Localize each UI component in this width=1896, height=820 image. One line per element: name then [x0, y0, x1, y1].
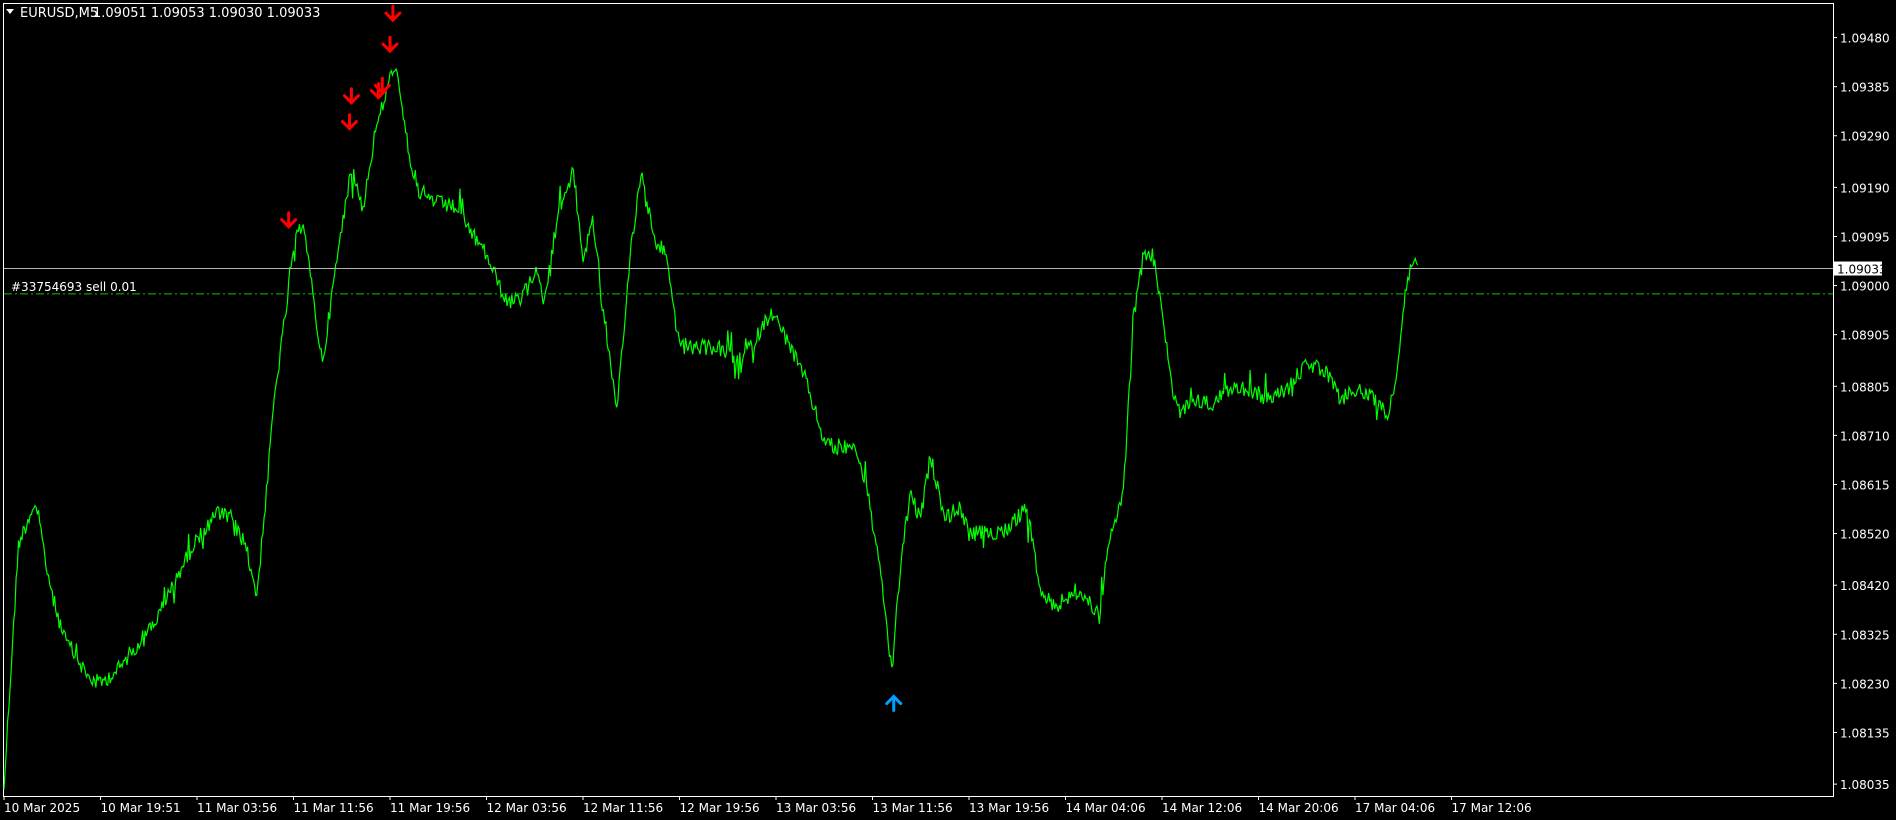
ohlc-values: 1.09051 1.09053 1.09030 1.09033: [93, 6, 320, 21]
x-tick-label: 17 Mar 04:06: [1355, 801, 1435, 815]
x-tick-label: 11 Mar 03:56: [197, 801, 277, 815]
y-tick-label: 1.08420: [1840, 579, 1890, 593]
chart-canvas[interactable]: EURUSD,M5 1.09051 1.09053 1.09030 1.0903…: [0, 0, 1896, 820]
y-tick-label: 1.08615: [1840, 478, 1890, 492]
y-tick-label: 1.08035: [1840, 778, 1890, 792]
x-tick-label: 14 Mar 20:06: [1259, 801, 1339, 815]
x-tick-label: 12 Mar 11:56: [583, 801, 663, 815]
current-price-label: 1.09033: [1837, 263, 1887, 277]
x-tick-label: 11 Mar 19:56: [390, 801, 470, 815]
y-tick-label: 1.08805: [1840, 380, 1890, 394]
y-tick-label: 1.09095: [1840, 230, 1890, 244]
x-tick-label: 13 Mar 11:56: [873, 801, 953, 815]
x-tick-label: 17 Mar 12:06: [1452, 801, 1532, 815]
order-line-label: #33754693 sell 0.01: [11, 280, 137, 294]
y-tick-label: 1.08710: [1840, 429, 1890, 443]
y-tick-label: 1.08325: [1840, 628, 1890, 642]
x-tick-label: 12 Mar 03:56: [487, 801, 567, 815]
x-tick-label: 13 Mar 19:56: [969, 801, 1049, 815]
x-tick-label: 14 Mar 12:06: [1162, 801, 1242, 815]
y-tick-label: 1.08520: [1840, 528, 1890, 542]
x-tick-label: 11 Mar 11:56: [294, 801, 374, 815]
y-tick-label: 1.09290: [1840, 130, 1890, 144]
y-tick-label: 1.09385: [1840, 81, 1890, 95]
x-tick-label: 10 Mar 2025: [4, 801, 80, 815]
y-tick-label: 1.09190: [1840, 181, 1890, 195]
symbol-label: EURUSD,M5: [20, 6, 98, 21]
y-tick-label: 1.08230: [1840, 677, 1890, 691]
x-tick-label: 14 Mar 04:06: [1066, 801, 1146, 815]
x-tick-label: 12 Mar 19:56: [680, 801, 760, 815]
x-tick-label: 13 Mar 03:56: [776, 801, 856, 815]
y-tick-label: 1.08905: [1840, 329, 1890, 343]
y-tick-label: 1.09000: [1840, 280, 1890, 294]
y-tick-label: 1.08135: [1840, 726, 1890, 740]
x-tick-label: 10 Mar 19:51: [101, 801, 181, 815]
y-tick-label: 1.09480: [1840, 32, 1890, 46]
chart-background: [0, 0, 1896, 820]
